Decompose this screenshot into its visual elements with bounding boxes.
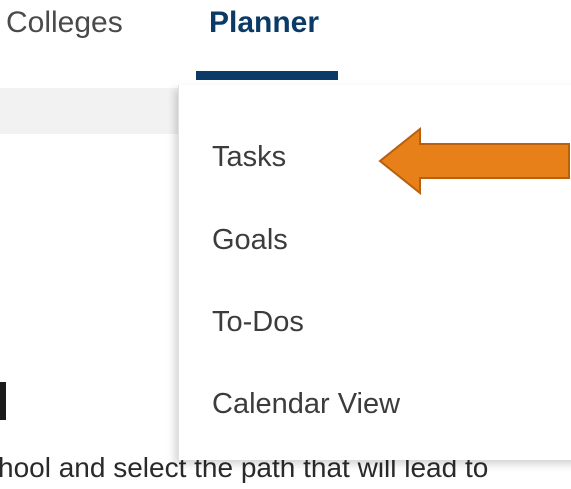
menu-item-calendar-view[interactable]: Calendar View	[212, 386, 400, 422]
menu-item-to-dos[interactable]: To-Dos	[212, 304, 304, 340]
arrow-left-icon	[378, 127, 570, 195]
active-tab-indicator	[196, 71, 338, 80]
menu-item-tasks[interactable]: Tasks	[212, 139, 286, 175]
tab-colleges[interactable]: Colleges	[6, 0, 123, 80]
page: Colleges Planner hool and select the pat…	[0, 0, 571, 489]
menu-item-goals[interactable]: Goals	[212, 222, 288, 258]
page-heading-fragment	[0, 382, 6, 420]
tab-planner[interactable]: Planner	[209, 0, 319, 80]
arrow-shape	[378, 127, 570, 195]
